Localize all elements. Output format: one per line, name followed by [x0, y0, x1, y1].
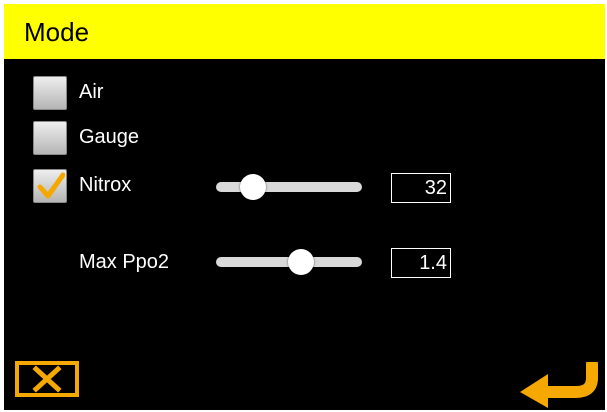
air-checkbox[interactable] — [33, 76, 67, 110]
gauge-label: Gauge — [79, 126, 140, 148]
max-ppo2-label: Max Ppo2 — [79, 251, 170, 273]
nitrox-slider[interactable] — [216, 172, 362, 202]
max-ppo2-slider-thumb[interactable] — [288, 249, 314, 275]
max-ppo2-slider[interactable] — [216, 247, 362, 277]
nitrox-slider-track — [216, 182, 362, 192]
header-bar: Mode — [4, 4, 605, 59]
nitrox-label: Nitrox — [79, 174, 132, 196]
page-title: Mode — [24, 17, 90, 47]
nitrox-checkbox[interactable] — [33, 169, 67, 203]
confirm-button[interactable] — [518, 358, 600, 408]
gauge-checkbox[interactable] — [33, 121, 67, 155]
air-label: Air — [79, 81, 104, 103]
dive-computer-screen: Mode Air Gauge Nitrox 32 Max Ppo2 1.4 — [4, 4, 605, 410]
max-ppo2-value-field[interactable]: 1.4 — [391, 248, 451, 278]
nitrox-slider-thumb[interactable] — [240, 174, 266, 200]
checkmark-icon — [37, 172, 65, 199]
return-arrow-icon — [520, 358, 598, 408]
cancel-button[interactable] — [15, 361, 79, 397]
nitrox-value-field[interactable]: 32 — [391, 173, 451, 203]
close-icon — [15, 361, 79, 397]
